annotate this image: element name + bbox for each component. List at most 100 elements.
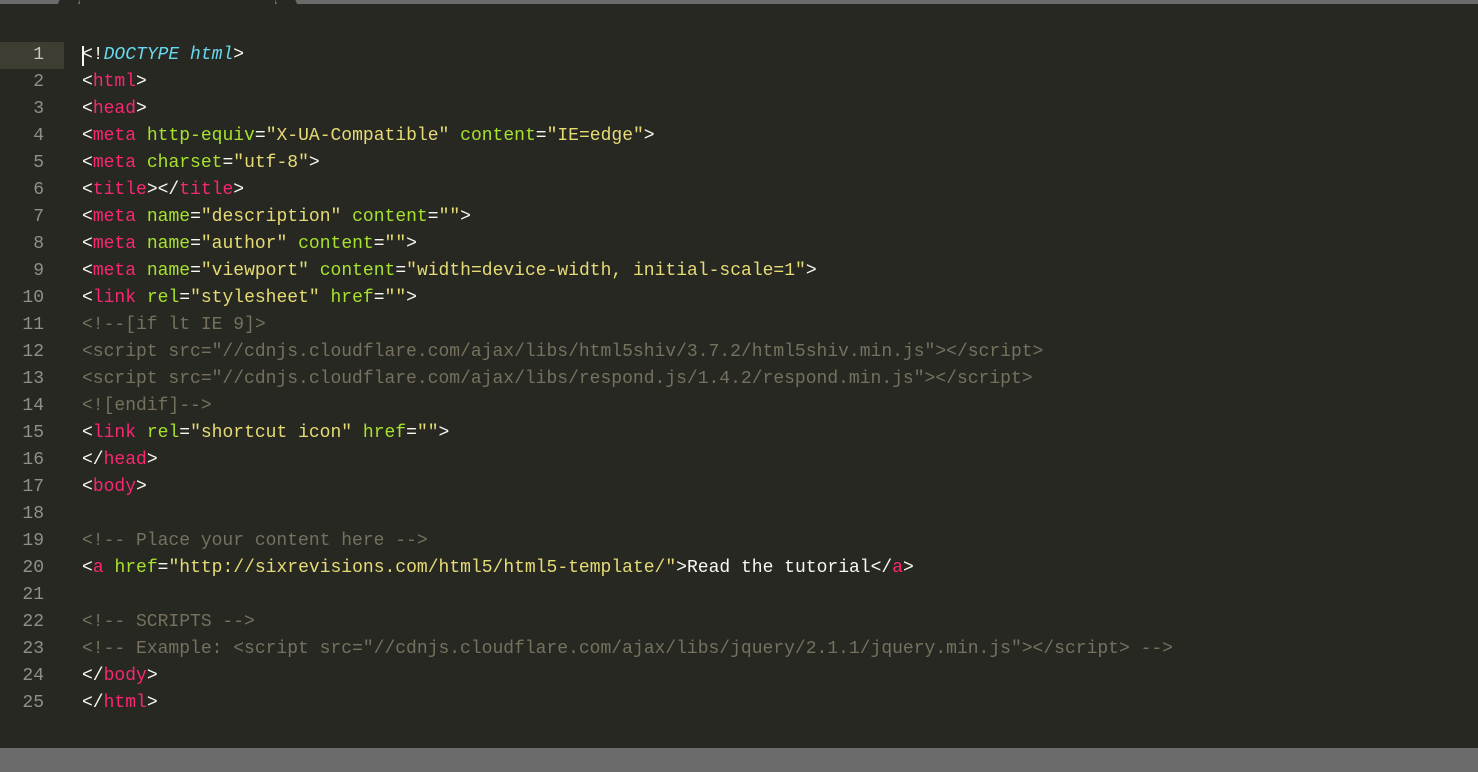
code-line[interactable]: <script src="//cdnjs.cloudflare.com/ajax…: [82, 339, 1478, 366]
line-number: 22: [0, 609, 64, 636]
code-line[interactable]: <link rel="shortcut icon" href="">: [82, 420, 1478, 447]
line-number: 1: [0, 42, 64, 69]
token-punct: >: [136, 96, 147, 123]
token-string: "": [385, 231, 407, 258]
token-punct: [136, 204, 147, 231]
tab-file[interactable]: html5-template.html ×: [80, 0, 275, 4]
token-punct: [136, 258, 147, 285]
code-line[interactable]: <script src="//cdnjs.cloudflare.com/ajax…: [82, 366, 1478, 393]
code-line[interactable]: <html>: [82, 69, 1478, 96]
token-punct: =: [395, 258, 406, 285]
code-content[interactable]: <!DOCTYPE html><html><head><meta http-eq…: [64, 32, 1478, 748]
code-line[interactable]: </body>: [82, 663, 1478, 690]
code-line[interactable]: <meta name="author" content="">: [82, 231, 1478, 258]
line-number: 25: [0, 690, 64, 717]
token-comment: <!--[if lt IE 9]>: [82, 312, 266, 339]
line-number: 16: [0, 447, 64, 474]
token-attrname: http-equiv: [147, 123, 255, 150]
token-string: "": [417, 420, 439, 447]
token-punct: >: [233, 177, 244, 204]
token-comment: <![endif]-->: [82, 393, 212, 420]
token-punct: [352, 420, 363, 447]
token-comment: <!-- SCRIPTS -->: [82, 609, 255, 636]
code-line[interactable]: <head>: [82, 96, 1478, 123]
token-punct: >: [806, 258, 817, 285]
token-string: "description": [201, 204, 341, 231]
code-line[interactable]: [82, 582, 1478, 609]
token-punct: >: [644, 123, 655, 150]
line-number: 3: [0, 96, 64, 123]
code-line[interactable]: <!-- Place your content here -->: [82, 528, 1478, 555]
token-comment: <!-- Place your content here -->: [82, 528, 428, 555]
token-punct: <: [82, 420, 93, 447]
code-line[interactable]: <!DOCTYPE html>: [82, 42, 1478, 69]
editor-area[interactable]: 1234567891011121314151617181920212223242…: [0, 32, 1478, 748]
line-number: 21: [0, 582, 64, 609]
token-string: "author": [201, 231, 287, 258]
token-punct: [287, 231, 298, 258]
code-line[interactable]: <link rel="stylesheet" href="">: [82, 285, 1478, 312]
token-punct: ></: [147, 177, 179, 204]
line-number: 4: [0, 123, 64, 150]
token-tagname: link: [93, 420, 136, 447]
token-punct: [341, 204, 352, 231]
token-string: "http://sixrevisions.com/html5/html5-tem…: [168, 555, 676, 582]
token-punct: </: [871, 555, 893, 582]
code-line[interactable]: <a href="http://sixrevisions.com/html5/h…: [82, 555, 1478, 582]
token-tagname: body: [104, 663, 147, 690]
code-line[interactable]: </html>: [82, 690, 1478, 717]
line-number: 12: [0, 339, 64, 366]
token-punct: <: [82, 474, 93, 501]
token-tagname: meta: [93, 150, 136, 177]
token-doctype: html: [190, 42, 233, 69]
token-comment: <script src="//cdnjs.cloudflare.com/ajax…: [82, 366, 1033, 393]
token-string: "width=device-width, initial-scale=1": [406, 258, 806, 285]
token-punct: <: [82, 285, 93, 312]
token-punct: <: [82, 96, 93, 123]
line-number: 7: [0, 204, 64, 231]
token-string: "": [385, 285, 407, 312]
code-line[interactable]: <meta http-equiv="X-UA-Compatible" conte…: [82, 123, 1478, 150]
token-punct: [136, 123, 147, 150]
token-attrname: name: [147, 204, 190, 231]
code-line[interactable]: <!--[if lt IE 9]>: [82, 312, 1478, 339]
code-line[interactable]: <meta name="description" content="">: [82, 204, 1478, 231]
token-comment: <script src="//cdnjs.cloudflare.com/ajax…: [82, 339, 1043, 366]
token-tagname: meta: [93, 204, 136, 231]
token-tagname: title: [179, 177, 233, 204]
token-tagname: meta: [93, 123, 136, 150]
token-punct: >: [439, 420, 450, 447]
status-bar: [0, 748, 1478, 772]
code-line[interactable]: <title></title>: [82, 177, 1478, 204]
token-punct: >: [406, 231, 417, 258]
code-line[interactable]: </head>: [82, 447, 1478, 474]
code-line[interactable]: [82, 501, 1478, 528]
token-tagname: meta: [93, 258, 136, 285]
token-punct: [320, 285, 331, 312]
token-punct: =: [374, 231, 385, 258]
token-tagname: a: [93, 555, 104, 582]
line-number: 11: [0, 312, 64, 339]
token-punct: =: [428, 204, 439, 231]
code-line[interactable]: <![endif]-->: [82, 393, 1478, 420]
token-punct: <: [82, 69, 93, 96]
line-number: 8: [0, 231, 64, 258]
code-line[interactable]: <body>: [82, 474, 1478, 501]
code-line[interactable]: <!-- Example: <script src="//cdnjs.cloud…: [82, 636, 1478, 663]
token-punct: [449, 123, 460, 150]
token-attrname: href: [331, 285, 374, 312]
token-attrname: content: [460, 123, 536, 150]
token-tagname: title: [93, 177, 147, 204]
token-punct: =: [406, 420, 417, 447]
token-punct: >: [406, 285, 417, 312]
token-punct: =: [158, 555, 169, 582]
token-punct: <!: [82, 42, 104, 69]
line-number-gutter: 1234567891011121314151617181920212223242…: [0, 32, 64, 748]
token-tagname: head: [93, 96, 136, 123]
token-punct: >: [136, 69, 147, 96]
code-line[interactable]: <!-- SCRIPTS -->: [82, 609, 1478, 636]
code-line[interactable]: <meta name="viewport" content="width=dev…: [82, 258, 1478, 285]
line-number: 13: [0, 366, 64, 393]
token-punct: =: [190, 231, 201, 258]
code-line[interactable]: <meta charset="utf-8">: [82, 150, 1478, 177]
